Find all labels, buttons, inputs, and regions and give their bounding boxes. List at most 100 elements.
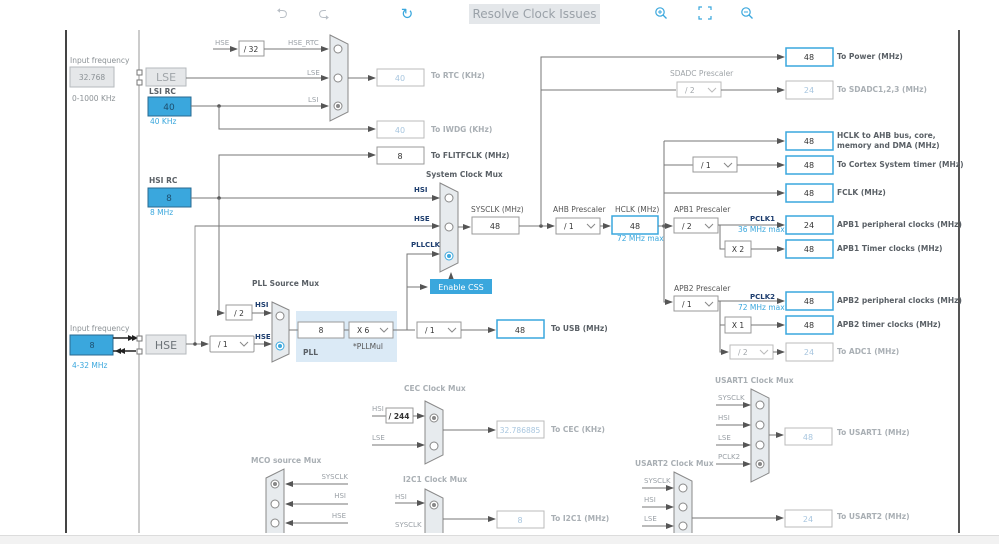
- cortex-prescaler-value: / 1: [701, 161, 711, 170]
- pll-input-value: 8: [319, 326, 324, 335]
- pclk2-label: PCLK2: [750, 293, 775, 301]
- hclk-value: 48: [630, 222, 640, 231]
- cec-radio-lse[interactable]: [429, 441, 439, 451]
- sysclk-radio-hse[interactable]: [444, 222, 454, 232]
- sysclk-hse-label: HSE: [414, 215, 430, 223]
- usart2-mux-input-label: HSI: [644, 496, 656, 504]
- hse-input-label: Input frequency: [70, 324, 130, 333]
- i2c1-sysclk-label: SYSCLK: [395, 521, 422, 529]
- mco-hse-label: HSE: [332, 512, 346, 520]
- usart1-radio-sysclk[interactable]: [755, 400, 765, 410]
- hse-input-value: 8: [89, 341, 94, 350]
- usart2-radio-lse[interactable]: [678, 521, 688, 531]
- fit-to-screen-icon[interactable]: [697, 6, 713, 22]
- usart1-radio-hsi[interactable]: [755, 420, 765, 430]
- cec-mux-title: CEC Clock Mux: [404, 384, 466, 393]
- usart2-radio-hsi[interactable]: [678, 502, 688, 512]
- usart1-mux-input-label: PCLK2: [718, 453, 740, 461]
- i2c1-hsi-label: HSI: [395, 493, 407, 501]
- apb2-timer-value: 48: [804, 321, 814, 330]
- iwdg-label: To IWDG (KHz): [431, 125, 492, 134]
- usart2-mux-title: USART2 Clock Mux: [635, 459, 714, 468]
- iwdg-value: 40: [395, 126, 405, 135]
- lsi-freq: 40 KHz: [150, 117, 176, 126]
- apb2-prescaler-value: / 1: [682, 300, 692, 309]
- enable-css-label: Enable CSS: [438, 283, 484, 292]
- sysclk-label: SYSCLK (MHz): [471, 205, 524, 214]
- lse-range: 0-1000 KHz: [72, 94, 116, 103]
- lse-signal: LSE: [307, 69, 320, 77]
- apb2-prescaler-label: APB2 Prescaler: [674, 284, 731, 293]
- zoom-in-icon[interactable]: [653, 6, 669, 22]
- hse-prediv-select[interactable]: [209, 335, 255, 353]
- mco-radio-hsi[interactable]: [270, 499, 280, 509]
- hclk-ahb-value: 48: [804, 137, 814, 146]
- flitf-label: To FLITFCLK (MHz): [431, 151, 509, 160]
- apb1-periph-value: 24: [804, 221, 814, 230]
- pll-label: PLL: [303, 348, 318, 357]
- ahb-prescaler-label: AHB Prescaler: [553, 205, 607, 214]
- usart1-mux-title: USART1 Clock Mux: [715, 376, 794, 385]
- lsi-value: 40: [163, 103, 175, 113]
- hclk-ahb-label: HCLK to AHB bus, core,: [837, 131, 936, 140]
- rtc-value: 40: [395, 74, 405, 83]
- pll-source-mux: [271, 301, 290, 363]
- fclk-value: 48: [804, 189, 814, 198]
- hse-rtc-signal: HSE_RTC: [288, 39, 319, 47]
- adc1-label: To ADC1 (MHz): [837, 347, 899, 356]
- sdadc-prescaler-label: SDADC Prescaler: [670, 69, 734, 78]
- pll-src-radio-hsi[interactable]: [275, 311, 285, 321]
- usart2-mux-input-label: SYSCLK: [644, 477, 671, 485]
- zoom-out-icon[interactable]: [739, 6, 755, 22]
- cec-label: To CEC (KHz): [551, 425, 605, 434]
- right-outputs: 48 To Power (MHz) 24 To SDADC1,2,3 (MHz) 48 H…: [785, 47, 964, 362]
- pclk1-max: 36 MHz max: [738, 225, 785, 234]
- mco-sysclk-label: SYSCLK: [321, 473, 348, 481]
- lse-pin: [136, 79, 143, 86]
- sdadc-label: To SDADC1,2,3 (MHz): [837, 85, 927, 94]
- power-label: To Power (MHz): [837, 52, 903, 61]
- cec-lse-label: LSE: [372, 434, 385, 442]
- pll-source-mux-title: PLL Source Mux: [252, 279, 319, 288]
- hclk-ahb-label-line2: memory and DMA (MHz): [837, 141, 940, 150]
- lsi-title: LSI RC: [149, 87, 176, 96]
- usart1-label: To USART1 (MHz): [837, 428, 910, 437]
- mco-radio-hse[interactable]: [270, 518, 280, 528]
- lse-block-label: LSE: [156, 71, 176, 84]
- usart1-radio-lse[interactable]: [755, 440, 765, 450]
- cec-value: 32.786885: [500, 426, 541, 435]
- sysclk-radio-hsi[interactable]: [444, 193, 454, 203]
- rtc-mux-radio-hse[interactable]: [333, 44, 343, 54]
- hclk-label: HCLK (MHz): [615, 205, 659, 214]
- fclk-label: FCLK (MHz): [837, 188, 886, 197]
- usart2-mux-input-label: LSE: [644, 515, 657, 523]
- usart2-radio-sysclk[interactable]: [678, 483, 688, 493]
- lse-input-label: Input frequency: [70, 56, 130, 65]
- flitf-value: 8: [397, 152, 402, 161]
- sysclk-value: 48: [490, 222, 500, 231]
- usart2-value: 24: [803, 515, 813, 524]
- apb2-periph-label: APB2 peripheral clocks (MHz): [837, 296, 962, 305]
- redo-icon[interactable]: ⮎: [316, 6, 332, 22]
- cortex-label: To Cortex System timer (MHz): [837, 160, 964, 169]
- hsi-title: HSI RC: [149, 176, 178, 185]
- rtc-mux-radio-lse[interactable]: [333, 73, 343, 83]
- cortex-value: 48: [804, 161, 814, 170]
- resolve-clock-issues-button[interactable]: Resolve Clock Issues: [469, 4, 600, 24]
- refresh-icon[interactable]: ↻: [399, 6, 415, 22]
- system-clock-mux-title: System Clock Mux: [426, 170, 503, 179]
- sysclk-pllclk-label: PLLCLK: [411, 241, 441, 249]
- cec-hsi-label: HSI: [372, 405, 384, 413]
- i2c1-mux-title: I2C1 Clock Mux: [403, 475, 467, 484]
- lsi-signal: LSI: [308, 96, 318, 104]
- undo-icon[interactable]: ⮌: [274, 6, 290, 22]
- hse-range: 4-32 MHz: [72, 361, 108, 370]
- usart1-mux-input-label: SYSCLK: [718, 394, 745, 402]
- sdadc-prescaler-value: / 2: [685, 86, 695, 95]
- mco-mux-title: MCO source Mux: [251, 456, 322, 465]
- usart2-label: To USART2 (MHz): [837, 512, 910, 521]
- usb-value: 48: [515, 326, 525, 335]
- pll-src-hsi: HSI: [255, 301, 269, 309]
- clock-tree-canvas: Input frequency 32.768 0-1000 KHz LSE LS…: [65, 30, 964, 533]
- ahb-prescaler-value: / 1: [564, 222, 574, 231]
